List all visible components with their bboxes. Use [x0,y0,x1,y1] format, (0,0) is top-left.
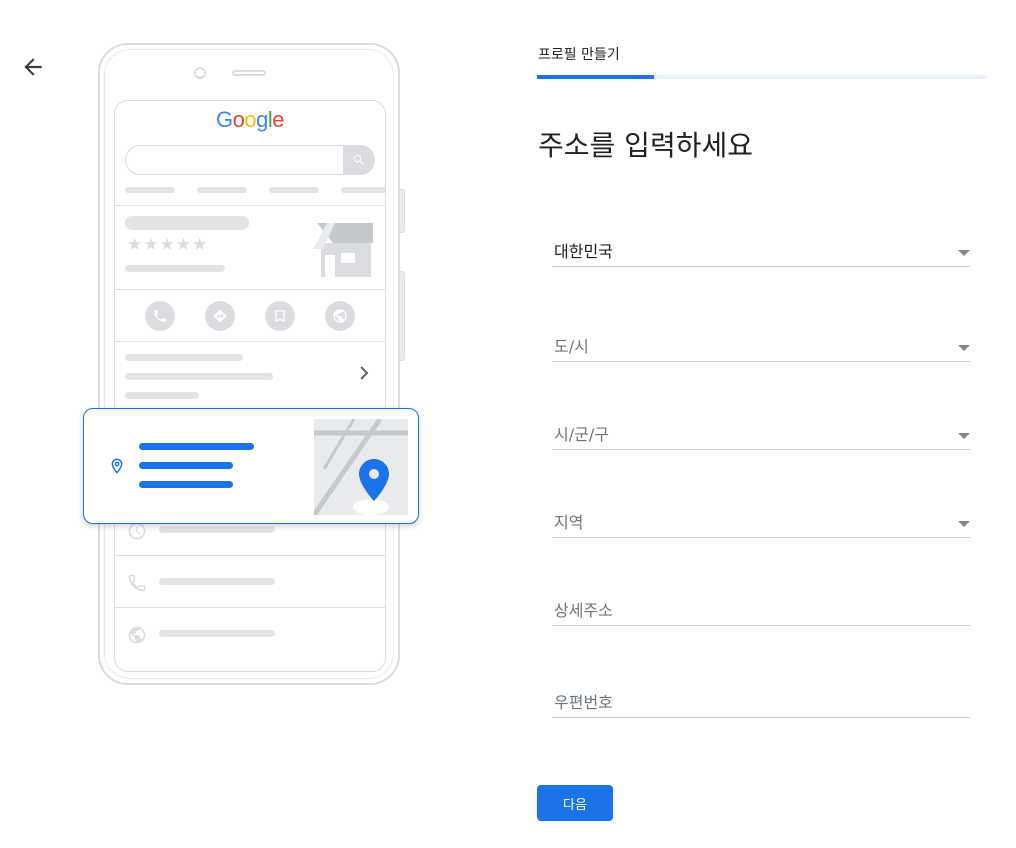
address-detail-placeholder: 상세주소 [554,601,613,620]
storefront-icon [313,223,373,277]
phone-illustration: Google ★★★★★ [98,43,405,685]
area-select[interactable]: 지역 [552,498,970,538]
next-button[interactable]: 다음 [537,785,613,821]
country-value: 대한민국 [554,242,613,261]
phone-call-icon [145,301,175,331]
globe-icon [128,626,146,644]
province-placeholder: 도/시 [554,337,589,356]
arrow-back-icon [24,58,42,76]
phone-camera [194,67,206,79]
city-placeholder: 시/군/구 [554,425,609,444]
step-label: 프로필 만들기 [538,47,620,63]
province-select[interactable]: 도/시 [552,322,970,362]
location-pin-icon [111,458,123,474]
country-select[interactable]: 대한민국 [552,227,970,267]
location-card [83,408,419,524]
dropdown-caret-icon [958,250,970,256]
city-select[interactable]: 시/군/구 [552,410,970,450]
illustration-search-box [125,145,375,175]
phone-screen: Google ★★★★★ [114,100,386,672]
dropdown-caret-icon [958,521,970,527]
phone-side-button [400,189,405,233]
dropdown-caret-icon [958,433,970,439]
bookmark-icon [265,301,295,331]
progress-bar [537,75,986,79]
google-logo: Google [215,107,285,132]
page-title: 주소를 입력하세요 [538,129,753,162]
progress-fill [537,75,654,79]
postal-code-input[interactable]: 우편번호 [552,678,970,718]
phone-speaker [232,70,266,76]
postal-code-placeholder: 우편번호 [554,693,613,712]
area-placeholder: 지역 [554,513,584,532]
search-icon [353,154,364,165]
clock-icon [128,522,146,540]
chevron-right-icon [360,366,369,380]
dropdown-caret-icon [958,345,970,351]
globe-icon [325,301,355,331]
directions-icon [205,301,235,331]
back-button[interactable] [20,54,46,80]
address-detail-input[interactable]: 상세주소 [552,586,970,626]
phone-side-button [400,271,405,361]
rating-stars: ★★★★★ [127,235,209,255]
map-thumbnail [314,419,408,515]
phone-icon [128,574,146,592]
